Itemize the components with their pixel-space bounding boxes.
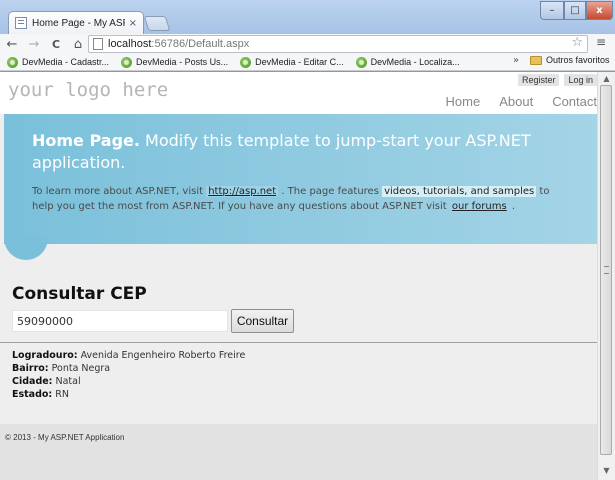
nav-contact-link[interactable]: Contact (552, 94, 597, 109)
browser-toolbar: ← → C ⌂ localhost:56786/Default.aspx ☆ ≡ (0, 34, 615, 54)
vertical-scrollbar[interactable]: ▲ ▼ (597, 72, 615, 480)
page-icon (93, 38, 103, 50)
logradouro-label: Logradouro: (12, 350, 78, 361)
bookmark-item[interactable]: DevMedia - Cadastr... (7, 56, 110, 68)
browser-tab[interactable]: Home Page - My ASP.NET × (8, 11, 144, 34)
url-text: localhost:56786/Default.aspx (108, 38, 249, 50)
asp-net-link[interactable]: http://asp.net (206, 186, 279, 197)
register-link[interactable]: Register (517, 74, 560, 86)
bookmark-item[interactable]: DevMedia - Editar C... (240, 56, 344, 68)
address-bar[interactable]: localhost:56786/Default.aspx ☆ (88, 35, 588, 53)
cidade-label: Cidade: (12, 376, 53, 387)
minimize-button[interactable]: – (540, 1, 564, 20)
bairro-label: Bairro: (12, 363, 49, 374)
featured-text: To learn more about ASP.NET, visit http:… (32, 184, 572, 214)
home-button[interactable]: ⌂ (68, 37, 88, 52)
cep-input[interactable] (12, 310, 228, 332)
devmedia-icon (240, 56, 252, 68)
estado-label: Estado: (12, 389, 53, 400)
logradouro-value: Avenida Engenheiro Roberto Freire (77, 350, 246, 361)
login-link[interactable]: Log in (564, 74, 597, 86)
scroll-thumb[interactable] (600, 85, 612, 455)
forward-button[interactable]: → (24, 37, 44, 52)
featured-text-part: To learn more about ASP.NET, visit (32, 186, 207, 197)
close-window-button[interactable]: x (586, 1, 613, 20)
other-bookmarks-label: Outros favoritos (546, 55, 610, 65)
maximize-button[interactable]: □ (564, 1, 586, 20)
bookmark-star-icon[interactable]: ☆ (571, 35, 583, 50)
bairro-row: Bairro: Ponta Negra (12, 362, 245, 375)
logradouro-row: Logradouro: Avenida Engenheiro Roberto F… (12, 349, 245, 362)
bookmarks-bar: DevMedia - Cadastr... DevMedia - Posts U… (0, 54, 615, 71)
login-links: Register Log in (513, 74, 597, 86)
our-forums-link[interactable]: our forums (449, 201, 509, 212)
reload-button[interactable]: C (46, 38, 66, 51)
bookmark-label: DevMedia - Localiza... (370, 57, 460, 67)
bookmarks-overflow-button[interactable]: » (513, 55, 519, 66)
scroll-grip-icon (604, 266, 609, 274)
address-result: Logradouro: Avenida Engenheiro Roberto F… (12, 349, 245, 401)
featured-text-part: . The page features (278, 186, 383, 197)
tab-close-icon[interactable]: × (129, 18, 137, 29)
page-viewport: your logo here Register Log in Home Abou… (0, 72, 597, 480)
site-header: your logo here Register Log in Home Abou… (0, 72, 597, 114)
cep-heading: Consultar CEP (12, 284, 147, 304)
browser-menu-icon[interactable]: ≡ (592, 35, 610, 53)
bookmark-label: DevMedia - Editar C... (255, 57, 344, 67)
estado-value: RN (52, 389, 69, 400)
divider (0, 342, 597, 343)
scroll-up-arrow-icon[interactable]: ▲ (598, 74, 615, 83)
banner-decoration (4, 236, 48, 260)
site-logo[interactable]: your logo here (8, 79, 168, 101)
url-path: :56786/Default.aspx (151, 38, 250, 50)
folder-icon (530, 55, 542, 65)
cidade-row: Cidade: Natal (12, 375, 245, 388)
url-host: localhost (108, 38, 152, 50)
bairro-value: Ponta Negra (48, 363, 111, 374)
bookmark-item[interactable]: DevMedia - Posts Us... (121, 56, 229, 68)
other-bookmarks-button[interactable]: Outros favoritos (530, 55, 610, 65)
bookmark-label: DevMedia - Posts Us... (136, 57, 229, 67)
devmedia-icon (7, 56, 18, 68)
devmedia-icon (121, 56, 133, 68)
cidade-value: Natal (52, 376, 81, 387)
videos-tutorials-highlight: videos, tutorials, and samples (382, 186, 537, 197)
window-titlebar: Home Page - My ASP.NET × – □ x (0, 0, 615, 34)
featured-text-part: . (508, 201, 516, 212)
back-button[interactable]: ← (2, 37, 22, 52)
bookmark-label: DevMedia - Cadastr... (22, 57, 110, 67)
scroll-down-arrow-icon[interactable]: ▼ (598, 466, 615, 475)
page-favicon-icon (15, 17, 27, 29)
devmedia-icon (355, 56, 367, 68)
nav-about-link[interactable]: About (499, 94, 533, 109)
site-nav: Home About Contact (427, 94, 597, 109)
tab-title: Home Page - My ASP.NET (32, 17, 125, 29)
footer-copyright: © 2013 - My ASP.NET Application (5, 433, 125, 442)
new-tab-button[interactable] (143, 16, 171, 31)
bookmark-item[interactable]: DevMedia - Localiza... (355, 56, 460, 68)
estado-row: Estado: RN (12, 388, 245, 401)
featured-title: Home Page. Modify this template to jump-… (32, 130, 552, 174)
featured-title-bold: Home Page. (32, 131, 140, 150)
nav-home-link[interactable]: Home (446, 94, 481, 109)
consultar-button[interactable]: Consultar (231, 309, 294, 333)
